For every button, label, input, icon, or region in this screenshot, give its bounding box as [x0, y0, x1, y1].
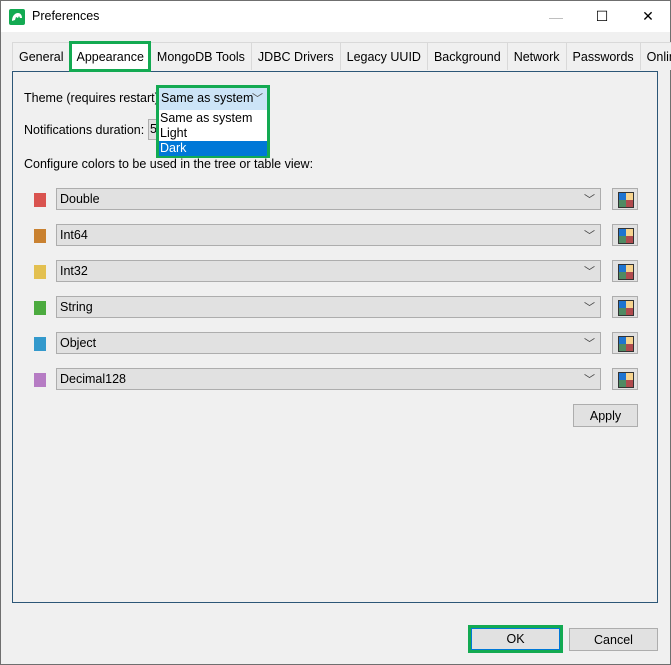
color-row-string: String ﹀: [1, 296, 671, 322]
colors-label: Configure colors to be used in the tree …: [24, 157, 314, 171]
color-picker-button[interactable]: [612, 224, 638, 246]
apply-button[interactable]: Apply: [573, 404, 638, 427]
tab-mongodb-tools[interactable]: MongoDB Tools: [149, 42, 252, 70]
type-select-value: Decimal128: [60, 372, 127, 386]
color-picker-button[interactable]: [612, 188, 638, 210]
theme-option-dark[interactable]: Dark: [159, 141, 267, 156]
type-select[interactable]: Double ﹀: [56, 188, 601, 210]
ok-button[interactable]: OK: [471, 628, 560, 650]
chevron-down-icon: ﹀: [584, 338, 595, 350]
minimize-button[interactable]: —: [533, 1, 579, 32]
color-swatch: [34, 373, 46, 387]
color-swatch: [34, 301, 46, 315]
color-palette-icon: [618, 228, 634, 244]
type-select[interactable]: Int64 ﹀: [56, 224, 601, 246]
cancel-button[interactable]: Cancel: [569, 628, 658, 651]
theme-select[interactable]: Same as system ﹀: [159, 88, 267, 111]
color-picker-button[interactable]: [612, 260, 638, 282]
window-title: Preferences: [32, 9, 100, 23]
preferences-window: Preferences — ☐ ✕ General Appearance Mon…: [0, 0, 671, 665]
tab-general[interactable]: General: [12, 42, 71, 70]
type-select[interactable]: Object ﹀: [56, 332, 601, 354]
color-palette-icon: [618, 372, 634, 388]
chevron-down-icon: ﹀: [584, 302, 595, 314]
tab-appearance[interactable]: Appearance: [69, 41, 151, 72]
type-select-value: Int64: [60, 228, 88, 242]
theme-option-light[interactable]: Light: [159, 126, 267, 141]
color-row-double: Double ﹀: [1, 188, 671, 214]
theme-dropdown[interactable]: Same as system ﹀ Same as system Light Da…: [156, 85, 270, 158]
type-select-value: Object: [60, 336, 97, 350]
type-select[interactable]: Decimal128 ﹀: [56, 368, 601, 390]
tab-network[interactable]: Network: [506, 42, 567, 70]
chevron-down-icon: ﹀: [584, 266, 595, 278]
type-select[interactable]: Int32 ﹀: [56, 260, 601, 282]
chevron-down-icon: ﹀: [584, 194, 595, 206]
color-palette-icon: [618, 336, 634, 352]
color-palette-icon: [618, 300, 634, 316]
type-select[interactable]: String ﹀: [56, 296, 601, 318]
color-row-decimal128: Decimal128 ﹀: [1, 368, 671, 394]
close-button[interactable]: ✕: [625, 1, 671, 32]
color-picker-button[interactable]: [612, 296, 638, 318]
tab-legacy-uuid[interactable]: Legacy UUID: [339, 42, 428, 70]
chevron-down-icon: ﹀: [584, 230, 595, 242]
theme-option-same-as-system[interactable]: Same as system: [159, 111, 267, 126]
theme-selected-value: Same as system: [161, 91, 254, 105]
tab-passwords[interactable]: Passwords: [565, 42, 641, 70]
app-logo-icon: [9, 9, 25, 25]
tab-jdbc-drivers[interactable]: JDBC Drivers: [250, 42, 341, 70]
color-swatch: [34, 193, 46, 207]
color-row-int32: Int32 ﹀: [1, 260, 671, 286]
chevron-down-icon: ﹀: [584, 374, 595, 386]
chevron-down-icon: ﹀: [252, 93, 263, 105]
tab-bar: General Appearance MongoDB Tools JDBC Dr…: [12, 41, 671, 72]
title-bar: Preferences — ☐ ✕: [1, 1, 670, 32]
color-swatch: [34, 337, 46, 351]
tab-online[interactable]: Online: [639, 42, 671, 70]
type-select-value: Double: [60, 192, 100, 206]
type-select-value: Int32: [60, 264, 88, 278]
color-palette-icon: [618, 192, 634, 208]
notifications-label: Notifications duration:: [24, 123, 145, 137]
color-picker-button[interactable]: [612, 368, 638, 390]
ok-button-highlight: OK: [468, 625, 563, 653]
maximize-button[interactable]: ☐: [579, 1, 625, 32]
tab-background[interactable]: Background: [426, 42, 508, 70]
theme-label: Theme (requires restart):: [24, 91, 163, 105]
color-swatch: [34, 265, 46, 279]
color-row-int64: Int64 ﹀: [1, 224, 671, 250]
type-select-value: String: [60, 300, 93, 314]
color-swatch: [34, 229, 46, 243]
color-picker-button[interactable]: [612, 332, 638, 354]
color-palette-icon: [618, 264, 634, 280]
color-row-object: Object ﹀: [1, 332, 671, 358]
